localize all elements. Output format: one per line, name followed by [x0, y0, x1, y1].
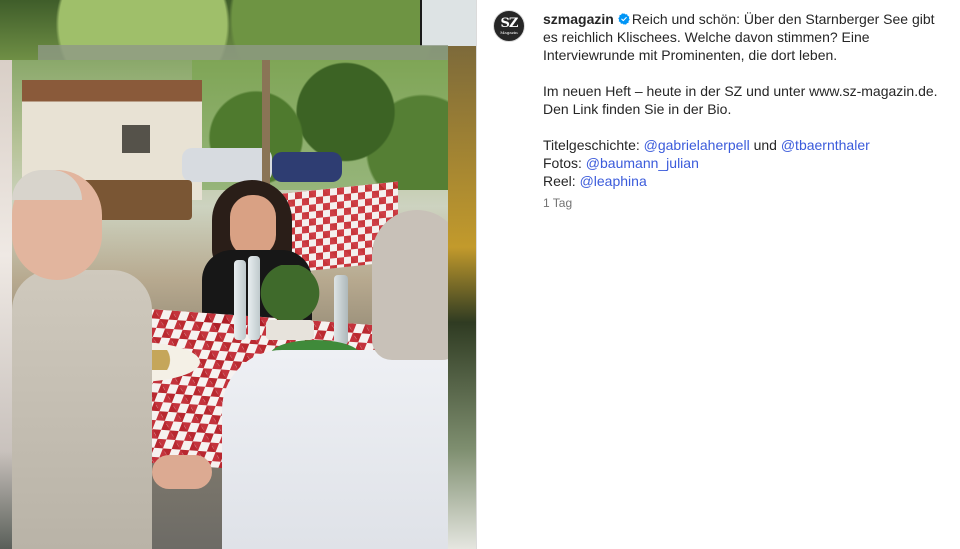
photo-frame-edge — [38, 45, 448, 60]
photo-bottle — [234, 260, 246, 340]
caption-panel: SZ Magazin szmagazin Reich und schön: Übe… — [477, 0, 960, 549]
photo-man-right-body — [222, 350, 448, 549]
caption: szmagazin Reich und schön: Über den Starn… — [543, 10, 949, 190]
post-media[interactable] — [0, 0, 476, 549]
caption-second-paragraph: Im neuen Heft – heute in der SZ und unte… — [543, 83, 938, 117]
credits-reel-line: Reel: @leaphina — [543, 172, 949, 190]
photo-man-right-head — [372, 210, 448, 360]
mention-gabrielaherpell[interactable]: @gabrielaherpell — [644, 137, 750, 153]
credits-title-line: Titelgeschichte: @gabrielaherpell und @t… — [543, 136, 949, 154]
credits-joiner: und — [749, 137, 781, 153]
background-right-edge — [448, 46, 476, 549]
credits-photos-label: Fotos: — [543, 155, 586, 171]
photo-plant-pot — [266, 320, 314, 340]
photo-woman-face — [230, 195, 276, 257]
photo-man-left-hand — [152, 455, 212, 489]
caption-first-paragraph: szmagazin Reich und schön: Über den Starn… — [543, 10, 949, 64]
mention-tbaernthaler[interactable]: @tbaernthaler — [781, 137, 870, 153]
photo-bottle — [334, 275, 348, 345]
post-timestamp[interactable]: 1 Tag — [543, 196, 572, 210]
background-left-edge — [0, 60, 12, 549]
username-link[interactable]: szmagazin — [543, 11, 614, 27]
mention-leaphina[interactable]: @leaphina — [580, 173, 647, 189]
credits-reel-label: Reel: — [543, 173, 580, 189]
photo-bottle — [248, 256, 260, 340]
background-sky — [420, 0, 476, 46]
avatar-logo-text: SZ — [500, 15, 519, 31]
photo-car — [182, 148, 272, 182]
photo-man-left-body — [12, 270, 152, 549]
credits-photos-line: Fotos: @baumann_julian — [543, 154, 949, 172]
avatar-logo-subtext: Magazin — [500, 29, 518, 35]
avatar[interactable]: SZ Magazin — [493, 10, 525, 42]
photo-house-window — [122, 125, 150, 153]
photo-car-blue — [272, 152, 342, 182]
verified-badge-icon — [618, 13, 630, 25]
credits-title-label: Titelgeschichte: — [543, 137, 644, 153]
mention-baumann-julian[interactable]: @baumann_julian — [586, 155, 699, 171]
post-photo — [12, 60, 448, 549]
